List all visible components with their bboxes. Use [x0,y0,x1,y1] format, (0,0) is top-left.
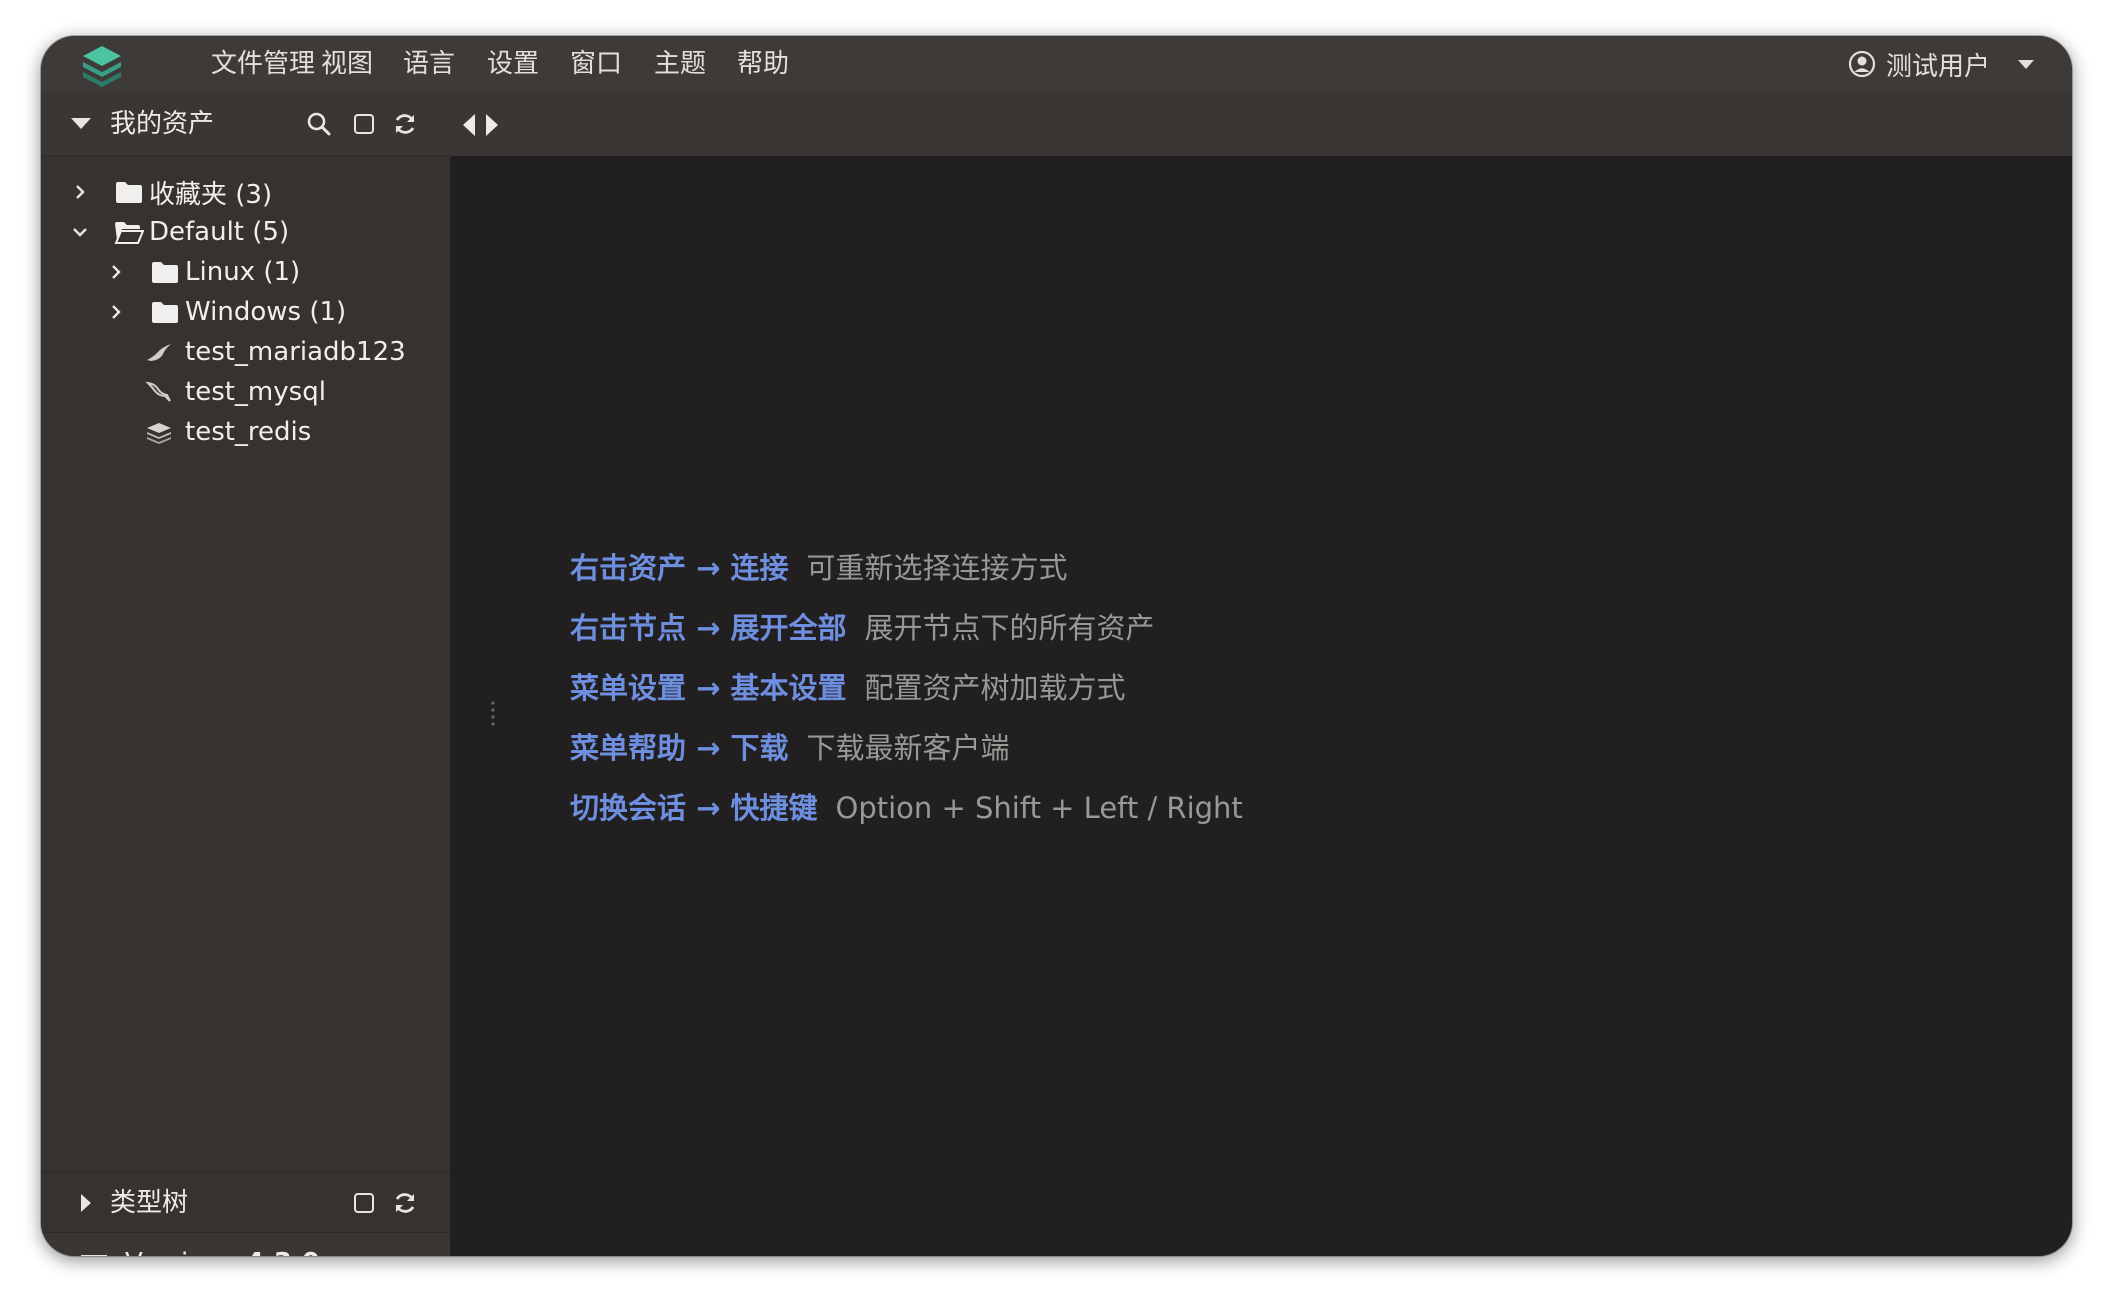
tip-description: 展开节点下的所有资产 [864,611,1155,645]
tip-action: 右击节点 → 展开全部 [570,611,847,645]
tree-node-mysql[interactable]: test_mysql [41,372,450,412]
search-icon[interactable] [305,110,333,138]
mariadb-icon [147,344,171,361]
menubar: 文件管理 视图 语言 设置 窗口 主题 帮助 测试用户 [41,36,2072,92]
version-text: Version v4.3.0 [125,1233,320,1256]
tree-node-label: Default (5) [149,217,290,247]
tab-next-arrow-icon[interactable] [486,114,498,136]
tip-action: 右击资产 → 连接 [570,551,789,585]
chevron-right-icon[interactable] [106,302,126,322]
tree-node-label: Linux (1) [185,257,301,287]
tree-node-linux[interactable]: Linux (1) [41,252,450,292]
refresh-icon[interactable] [391,1189,419,1217]
tree-node-label: Windows (1) [185,297,347,327]
app-logo-icon[interactable] [75,40,129,94]
tip-description: 配置资产树加载方式 [864,671,1126,705]
app-window: 文件管理 视图 语言 设置 窗口 主题 帮助 测试用户 我的资产 收藏夹 (3)… [41,36,2072,1256]
folder-icon [152,302,178,323]
folder-icon [152,262,178,283]
tab-prev-arrow-icon[interactable] [463,114,475,136]
tip-row: 切换会话 → 快捷键 Option + Shift + Left / Right [570,788,1243,828]
refresh-icon[interactable] [391,110,419,138]
tree-node-default[interactable]: Default (5) [41,212,450,252]
redis-icon [147,423,171,444]
tip-action: 菜单设置 → 基本设置 [570,671,847,705]
menu-language[interactable]: 语言 [403,36,455,92]
type-tree-title: 类型树 [110,1188,189,1218]
tip-action: 菜单帮助 → 下载 [570,731,789,765]
tree-node-windows[interactable]: Windows (1) [41,292,450,332]
tip-description: 下载最新客户端 [806,731,1010,765]
user-avatar-icon [1848,50,1876,78]
folder-open-icon [114,222,144,244]
version-label: Version [125,1248,221,1256]
version-bar: Version v4.3.0 [41,1233,450,1256]
tip-action: 切换会话 → 快捷键 [570,791,818,825]
checkbox-icon[interactable] [350,110,378,138]
chevron-right-icon[interactable] [106,262,126,282]
menu-theme[interactable]: 主题 [654,36,706,92]
checkbox-icon[interactable] [350,1189,378,1217]
tip-row: 菜单设置 → 基本设置 配置资产树加载方式 [570,668,1126,708]
menu-help[interactable]: 帮助 [737,36,789,92]
folder-icon [116,182,142,203]
menu-window[interactable]: 窗口 [570,36,622,92]
tree-node-label: test_mysql [185,377,326,407]
menu-settings[interactable]: 设置 [487,36,539,92]
splitter-handle-icon[interactable] [491,700,495,728]
tip-row: 菜单帮助 → 下载 下载最新客户端 [570,728,1010,768]
chevron-down-icon [2018,59,2034,69]
list-icon[interactable] [81,1253,107,1256]
tree-node-redis[interactable]: test_redis [41,412,450,452]
tip-row: 右击节点 → 展开全部 展开节点下的所有资产 [570,608,1155,648]
version-number: v4.3.0 [229,1248,320,1256]
collapse-caret-icon[interactable] [71,118,91,129]
user-menu[interactable]: 测试用户 [1848,36,2034,92]
assets-panel-title: 我的资产 [110,109,215,139]
mysql-icon [145,381,171,402]
tree-node-mariadb[interactable]: test_mariadb123 [41,332,450,372]
session-tab-bar [450,92,2072,156]
assets-panel-header: 我的资产 [41,92,450,156]
tip-row: 右击资产 → 连接 可重新选择连接方式 [570,548,1068,588]
caret-right-icon[interactable] [81,1194,91,1212]
tree-node-label: test_redis [185,417,312,447]
chevron-right-icon[interactable] [70,182,90,202]
chevron-down-icon[interactable] [70,222,90,242]
asset-sidebar: 我的资产 收藏夹 (3) Default (5) Linux (1) Windo… [41,92,450,1256]
tip-description: Option + Shift + Left / Right [835,791,1243,825]
user-name: 测试用户 [1885,51,1990,82]
menu-view[interactable]: 视图 [321,36,373,92]
tree-node-favorites[interactable]: 收藏夹 (3) [41,172,450,212]
tree-node-label: 收藏夹 (3) [149,179,273,210]
tip-description: 可重新选择连接方式 [806,551,1068,585]
type-tree-header[interactable]: 类型树 [41,1171,450,1233]
tree-node-label: test_mariadb123 [185,337,406,367]
menu-file-manage[interactable]: 文件管理 [211,36,315,92]
